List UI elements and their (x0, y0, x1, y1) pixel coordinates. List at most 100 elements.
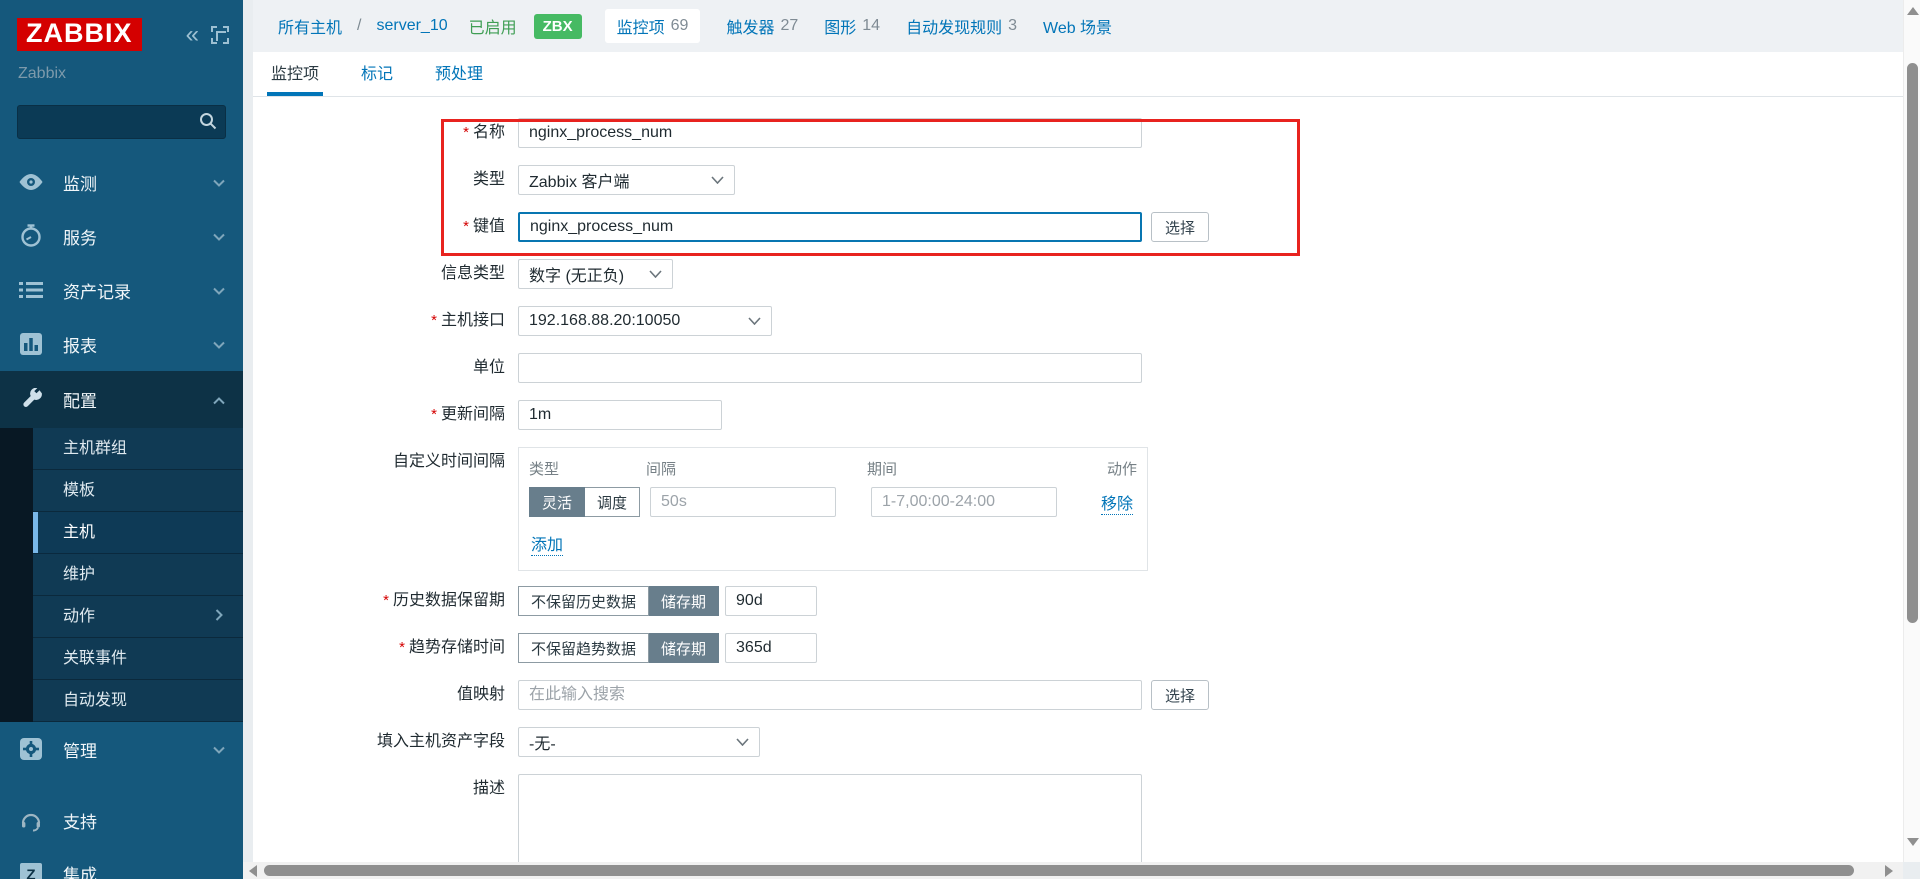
chevron-down-icon (213, 280, 225, 300)
value-mapping-label: 值映射 (253, 680, 518, 710)
breadcrumb-all-hosts[interactable]: 所有主机 (278, 14, 342, 38)
tab-preprocessing[interactable]: 预处理 (431, 60, 487, 96)
trends-storage-toggle: 不保留趋势数据 储存期 (518, 633, 719, 663)
submenu-item-discovery[interactable]: 自动发现 (33, 680, 243, 722)
period-input[interactable] (871, 487, 1057, 517)
form-row-key: *键值 选择 (253, 212, 1903, 242)
submenu-item-maintenance[interactable]: 维护 (33, 554, 243, 596)
sidebar-item-label: 支持 (63, 808, 97, 833)
chevron-down-icon (213, 226, 225, 246)
history-on-button[interactable]: 储存期 (649, 586, 719, 616)
expand-sidebar-icon[interactable] (211, 26, 229, 44)
required-asterisk: * (399, 639, 405, 656)
history-period-input[interactable] (725, 586, 817, 616)
trends-off-button[interactable]: 不保留趋势数据 (518, 633, 649, 663)
submenu-item-hosts[interactable]: 主机 (33, 512, 243, 554)
host-interface-select[interactable]: 192.168.88.20:10050 (518, 306, 772, 336)
submenu-item-templates[interactable]: 模板 (33, 470, 243, 512)
scroll-left-arrow-icon[interactable] (249, 865, 257, 877)
hostnav-web-scenarios[interactable]: Web 场景 (1043, 14, 1118, 38)
col-header-interval: 间隔 (646, 458, 867, 479)
zabbix-logo[interactable]: ZABBIX (17, 18, 142, 51)
hostnav-label: Web 场景 (1043, 14, 1112, 38)
scroll-down-arrow-icon[interactable] (1907, 838, 1919, 846)
flexible-toggle-button[interactable]: 灵活 (529, 487, 585, 517)
chevron-right-icon (215, 596, 223, 638)
scheduling-toggle-button[interactable]: 调度 (585, 487, 640, 517)
key-select-button[interactable]: 选择 (1151, 212, 1209, 242)
hostnav-label: 监控项 (617, 14, 665, 38)
scroll-right-arrow-icon[interactable] (1885, 865, 1893, 877)
chevron-down-icon (699, 171, 724, 189)
info-type-label: 信息类型 (253, 259, 518, 289)
stopwatch-icon (18, 224, 44, 248)
sidebar-search-input[interactable] (17, 105, 226, 139)
update-interval-input[interactable] (518, 400, 722, 430)
sidebar-item-administration[interactable]: 管理 (0, 722, 243, 776)
item-form: *名称 类型 Zabbix 客户端 *键值 选择 信息类型 数字 (无正负) (253, 97, 1903, 879)
vertical-scrollbar[interactable] (1903, 0, 1920, 862)
tab-tags[interactable]: 标记 (357, 60, 397, 96)
collapse-sidebar-icon[interactable]: « (186, 23, 199, 47)
form-row-info-type: 信息类型 数字 (无正负) (253, 259, 1903, 289)
search-icon[interactable] (198, 111, 218, 136)
key-input[interactable] (518, 212, 1142, 242)
sidebar-item-inventory[interactable]: 资产记录 (0, 263, 243, 317)
sidebar-item-integrations[interactable]: Z 集成 (0, 847, 243, 879)
sidebar: ZABBIX « Zabbix 监测 (0, 0, 243, 879)
form-row-name: *名称 (253, 118, 1903, 148)
host-header: 所有主机 / server_10 已启用 ZBX 监控项 69 触发器 27 图… (253, 0, 1903, 52)
value-mapping-select-button[interactable]: 选择 (1151, 680, 1209, 710)
horizontal-scrollbar[interactable] (243, 862, 1903, 879)
headset-icon (18, 810, 44, 832)
chevron-down-icon (637, 265, 662, 283)
form-row-inventory-field: 填入主机资产字段 -无- (253, 727, 1903, 757)
col-header-action: 动作 (1107, 458, 1137, 479)
add-interval-link[interactable]: 添加 (531, 531, 563, 556)
required-asterisk: * (383, 592, 389, 609)
horizontal-scrollbar-thumb[interactable] (264, 865, 1854, 876)
type-select[interactable]: Zabbix 客户端 (518, 165, 735, 195)
tab-item[interactable]: 监控项 (267, 60, 323, 96)
form-row-value-mapping: 值映射 选择 (253, 680, 1903, 710)
sidebar-item-monitoring[interactable]: 监测 (0, 155, 243, 209)
submenu-item-label: 关联事件 (63, 638, 127, 680)
required-asterisk: * (431, 312, 437, 329)
custom-intervals-label: 自定义时间间隔 (253, 447, 518, 477)
trends-period-input[interactable] (725, 633, 817, 663)
submenu-item-actions[interactable]: 动作 (33, 596, 243, 638)
value-mapping-input[interactable] (518, 680, 1142, 710)
hostnav-count: 3 (1008, 17, 1017, 35)
interval-type-toggle: 灵活 调度 (529, 487, 640, 517)
name-input[interactable] (518, 118, 1142, 148)
inventory-field-select[interactable]: -无- (518, 727, 760, 757)
hostnav-graphs[interactable]: 图形 14 (824, 14, 880, 38)
scroll-up-arrow-icon[interactable] (1907, 7, 1919, 15)
sidebar-item-support[interactable]: 支持 (0, 794, 243, 847)
sidebar-menu: 监测 服务 资产记录 (0, 155, 243, 879)
trends-on-button[interactable]: 储存期 (649, 633, 719, 663)
hostnav-triggers[interactable]: 触发器 27 (726, 14, 798, 38)
sidebar-item-configuration[interactable]: 配置 (0, 371, 243, 428)
chevron-down-icon (213, 172, 225, 192)
sidebar-item-reports[interactable]: 报表 (0, 317, 243, 371)
history-off-button[interactable]: 不保留历史数据 (518, 586, 649, 616)
units-input[interactable] (518, 353, 1142, 383)
required-asterisk: * (431, 406, 437, 423)
submenu-item-event-correlation[interactable]: 关联事件 (33, 638, 243, 680)
inventory-field-select-value: -无- (529, 730, 556, 754)
breadcrumb-separator: / (357, 17, 361, 35)
submenu-item-host-groups[interactable]: 主机群组 (33, 428, 243, 470)
breadcrumb-host[interactable]: server_10 (376, 17, 447, 35)
wrench-icon (18, 388, 44, 411)
hostnav-items[interactable]: 监控项 69 (605, 9, 701, 43)
remove-interval-link[interactable]: 移除 (1101, 490, 1133, 515)
interval-input[interactable] (650, 487, 836, 517)
sidebar-item-services[interactable]: 服务 (0, 209, 243, 263)
hostnav-discovery-rules[interactable]: 自动发现规则 3 (906, 14, 1017, 38)
key-label: *键值 (253, 212, 518, 242)
required-asterisk: * (463, 218, 469, 235)
form-row-trends: *趋势存储时间 不保留趋势数据 储存期 (253, 633, 1903, 663)
info-type-select[interactable]: 数字 (无正负) (518, 259, 673, 289)
vertical-scrollbar-thumb[interactable] (1907, 63, 1918, 623)
